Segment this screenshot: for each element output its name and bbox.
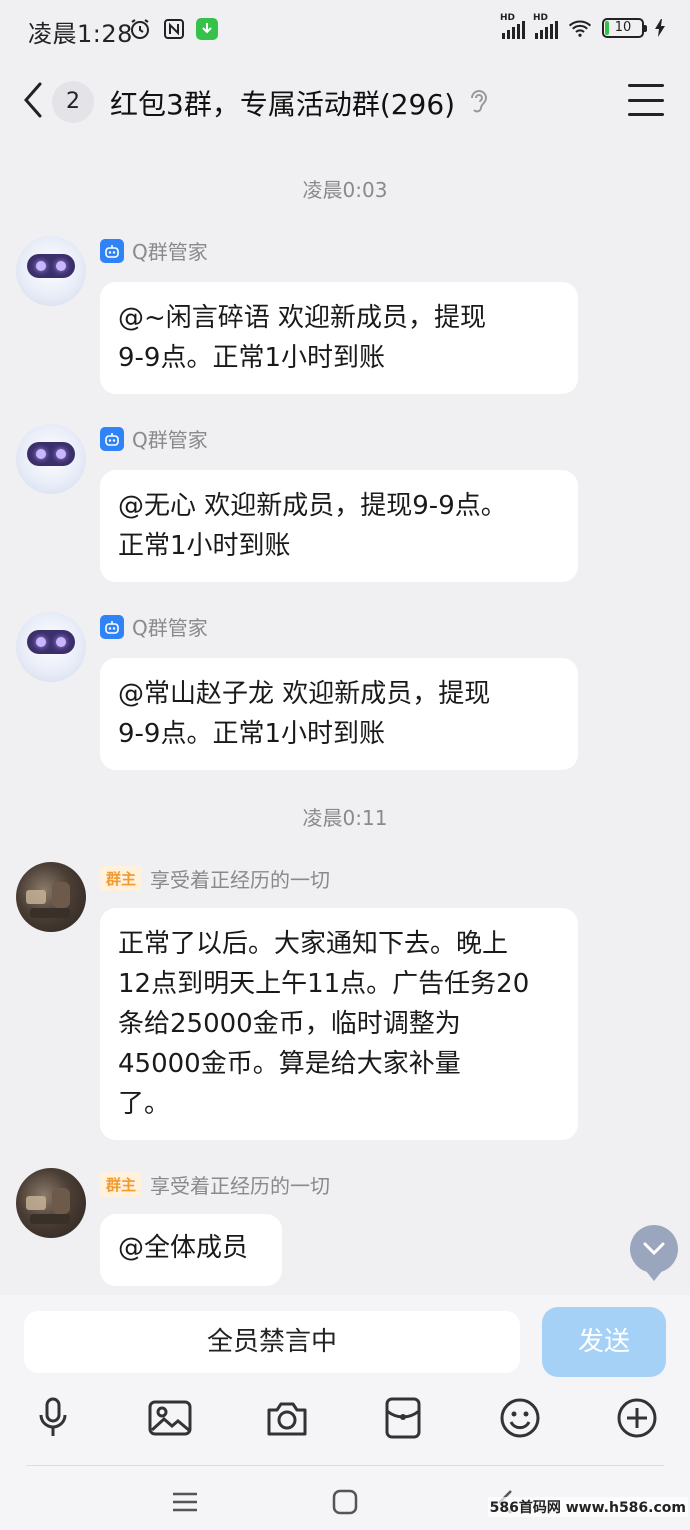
message-text-line: @全体成员 bbox=[118, 1233, 249, 1263]
message-text-line: @~闲言碎语 欢迎新成员，提现 bbox=[118, 303, 487, 333]
robot-icon bbox=[100, 614, 124, 639]
send-button[interactable]: 发送 bbox=[542, 1307, 666, 1377]
avatar[interactable] bbox=[16, 236, 86, 306]
message-text-line: 正常1小时到账 bbox=[118, 531, 291, 561]
red-packet-icon[interactable] bbox=[380, 1395, 426, 1441]
avatar[interactable] bbox=[16, 612, 86, 682]
message-timestamp: 凌晨0:03 bbox=[302, 178, 388, 202]
message-text-line: 条给25000金币，临时调整为 bbox=[118, 1009, 461, 1039]
hd-label: HD bbox=[500, 13, 516, 23]
back-button[interactable] bbox=[16, 80, 50, 120]
sender-name[interactable]: 享受着正经历的一切 bbox=[150, 1170, 330, 1199]
robot-icon bbox=[100, 426, 124, 451]
recents-button[interactable] bbox=[170, 1487, 200, 1517]
message-bubble[interactable]: @全体成员 bbox=[100, 1214, 282, 1286]
signal-2-icon: HD bbox=[533, 13, 558, 39]
robot-icon bbox=[100, 238, 124, 263]
plus-icon[interactable] bbox=[614, 1395, 660, 1441]
status-notification-icons bbox=[128, 17, 218, 41]
system-navigation-bar: 586首码网 www.h586.com bbox=[0, 1487, 690, 1527]
message-text-line: 45000金币。算是给大家补量 bbox=[118, 1049, 461, 1079]
alarm-icon bbox=[128, 17, 152, 41]
watermark-text: 586首码网 www.h586.com bbox=[487, 1497, 688, 1517]
message-text-line: @无心 欢迎新成员，提现9-9点。 bbox=[118, 491, 507, 521]
divider bbox=[26, 1465, 664, 1466]
unread-count-badge[interactable]: 2 bbox=[52, 81, 94, 123]
sender-line: Q群管家 bbox=[100, 424, 208, 453]
sender-line: Q群管家 bbox=[100, 612, 208, 641]
message-bubble[interactable]: @常山赵子龙 欢迎新成员，提现 9-9点。正常1小时到账 bbox=[100, 658, 578, 770]
status-right-icons: HD HD 10 bbox=[500, 13, 666, 40]
muted-input-box[interactable]: 全员禁言中 bbox=[24, 1311, 520, 1373]
download-icon bbox=[196, 18, 218, 40]
message-text-line: @常山赵子龙 欢迎新成员，提现 bbox=[118, 679, 491, 709]
hd-label: HD bbox=[533, 13, 549, 23]
scroll-to-bottom-button[interactable] bbox=[630, 1225, 678, 1281]
home-button[interactable] bbox=[330, 1487, 360, 1517]
wifi-icon bbox=[568, 16, 592, 40]
sender-name[interactable]: Q群管家 bbox=[132, 236, 208, 265]
chat-header: 2 红包3群，专属活动群(296) bbox=[0, 66, 690, 136]
message-bubble[interactable]: 正常了以后。大家通知下去。晚上 12点到明天上午11点。广告任务20 条给250… bbox=[100, 908, 578, 1140]
status-time: 凌晨1:28 bbox=[28, 20, 133, 48]
input-toolbar bbox=[0, 1395, 690, 1445]
avatar[interactable] bbox=[16, 862, 86, 932]
chat-title[interactable]: 红包3群，专属活动群(296) bbox=[110, 83, 455, 123]
message-bubble[interactable]: @无心 欢迎新成员，提现9-9点。 正常1小时到账 bbox=[100, 470, 578, 582]
message-text-line: 了。 bbox=[118, 1089, 171, 1119]
microphone-icon[interactable] bbox=[30, 1395, 76, 1441]
group-owner-badge: 群主 bbox=[100, 866, 143, 891]
avatar[interactable] bbox=[16, 1168, 86, 1238]
chevron-left-icon bbox=[24, 82, 42, 118]
message-timestamp: 凌晨0:11 bbox=[302, 806, 388, 830]
status-bar: 凌晨1:28 HD HD 10 bbox=[0, 0, 690, 60]
message-text-line: 9-9点。正常1小时到账 bbox=[118, 343, 386, 373]
input-area: 全员禁言中 发送 586首码网 www.h586.com bbox=[0, 1295, 690, 1530]
message-bubble[interactable]: @~闲言碎语 欢迎新成员，提现 9-9点。正常1小时到账 bbox=[100, 282, 578, 394]
more-menu-button[interactable] bbox=[628, 84, 664, 116]
charging-icon bbox=[654, 16, 666, 40]
signal-1-icon: HD bbox=[500, 13, 525, 39]
sender-name[interactable]: 享受着正经历的一切 bbox=[150, 864, 330, 893]
sender-name[interactable]: Q群管家 bbox=[132, 424, 208, 453]
message-text-line: 正常了以后。大家通知下去。晚上 bbox=[118, 929, 509, 959]
image-icon[interactable] bbox=[147, 1395, 193, 1441]
message-text-line: 9-9点。正常1小时到账 bbox=[118, 719, 386, 749]
chevron-down-icon bbox=[643, 1242, 665, 1256]
camera-icon[interactable] bbox=[264, 1395, 310, 1441]
battery-level: 10 bbox=[614, 20, 632, 35]
avatar[interactable] bbox=[16, 424, 86, 494]
group-owner-badge: 群主 bbox=[100, 1172, 143, 1197]
earpiece-mode-icon bbox=[468, 88, 490, 116]
sender-line: 群主 享受着正经历的一切 bbox=[100, 864, 330, 893]
battery-icon: 10 bbox=[602, 18, 647, 38]
message-text-line: 12点到明天上午11点。广告任务20 bbox=[118, 969, 530, 999]
sender-line: Q群管家 bbox=[100, 236, 208, 265]
sender-name[interactable]: Q群管家 bbox=[132, 612, 208, 641]
nfc-icon bbox=[162, 17, 186, 41]
sender-line: 群主 享受着正经历的一切 bbox=[100, 1170, 330, 1199]
emoji-icon[interactable] bbox=[497, 1395, 543, 1441]
